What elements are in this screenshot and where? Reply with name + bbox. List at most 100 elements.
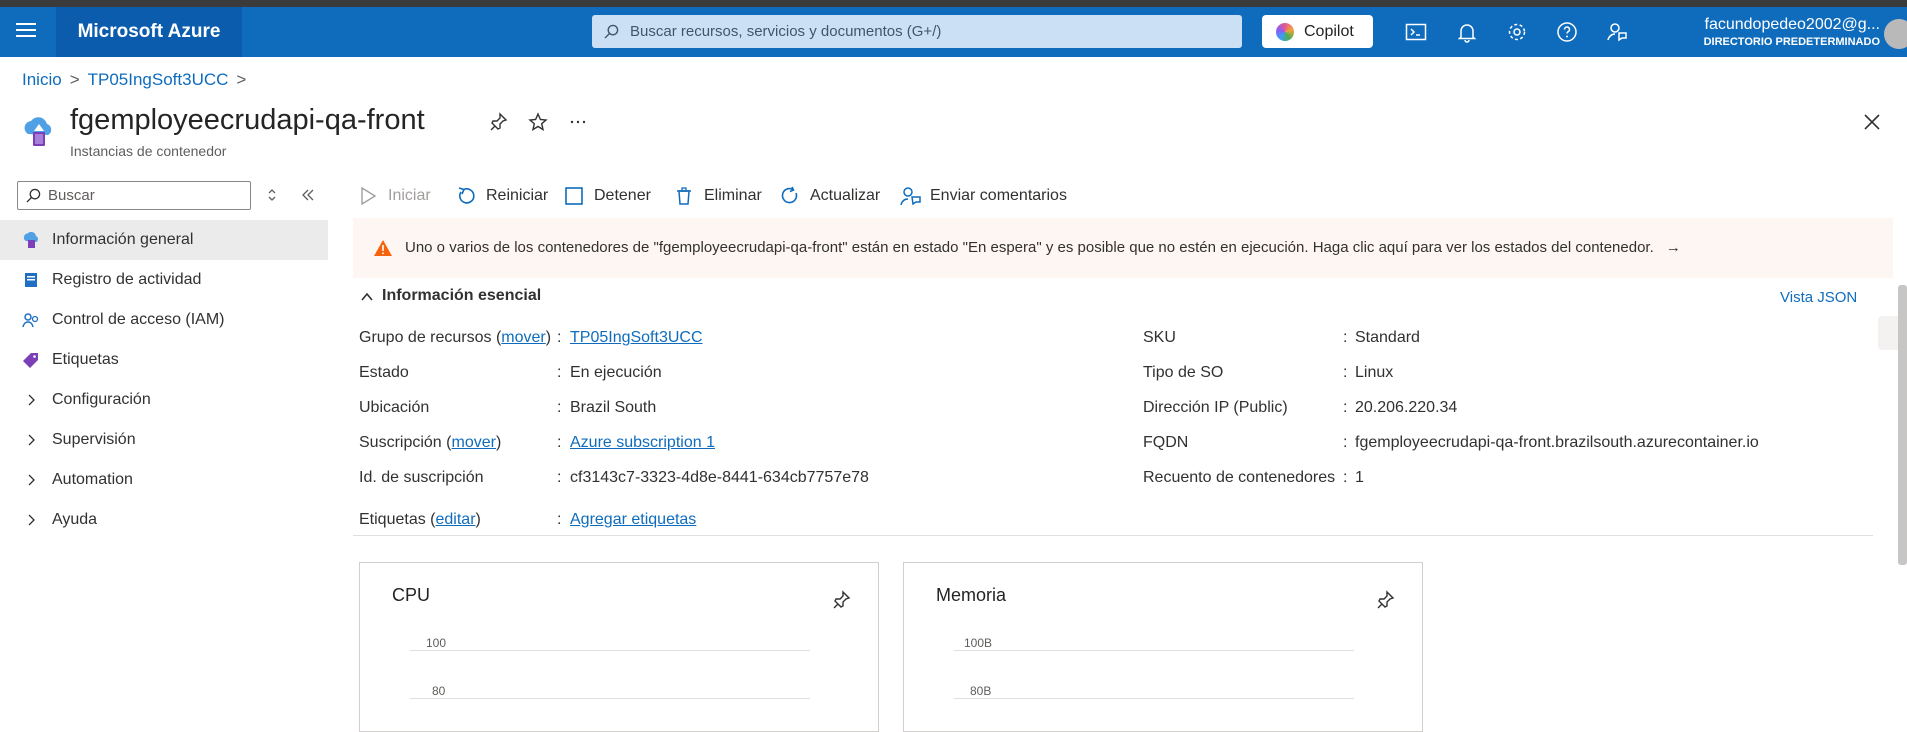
- separator-colon: :: [557, 511, 562, 528]
- sidebar-item-configuracion[interactable]: Configuración: [0, 380, 328, 420]
- sidebar-item-overview[interactable]: Información general: [0, 220, 328, 260]
- scrollbar[interactable]: [1898, 285, 1907, 565]
- y-tick-label: 100: [426, 636, 447, 650]
- pin-icon[interactable]: [830, 589, 852, 611]
- sku-value: Standard: [1355, 329, 1420, 346]
- sidebar-item-label: Automation: [52, 471, 133, 488]
- warning-icon: [374, 240, 392, 256]
- cpu-tile[interactable]: CPU 100 80: [359, 562, 879, 732]
- copilot-icon: [1276, 23, 1294, 41]
- collapse-icon[interactable]: [300, 187, 316, 203]
- sidebar-nav: Información general Registro de activida…: [0, 220, 328, 540]
- subscription-id-value[interactable]: cf3143c7-3323-4d8e-8441-634cb7757e78: [570, 469, 869, 487]
- chevron-right-icon: [28, 394, 35, 406]
- chevron-up-icon: [361, 292, 373, 301]
- container-instance-icon: [24, 117, 52, 146]
- more-icon[interactable]: [567, 111, 589, 133]
- delete-button[interactable]: Eliminar: [674, 182, 762, 210]
- sidebar-item-help[interactable]: Ayuda: [0, 500, 328, 540]
- star-icon[interactable]: [527, 111, 549, 133]
- chevron-right-icon: >: [236, 70, 247, 89]
- arrow-right-icon: →: [1665, 239, 1681, 256]
- gear-icon[interactable]: [1505, 20, 1529, 44]
- bell-icon[interactable]: [1455, 20, 1479, 44]
- sidebar-item-activity-log[interactable]: Registro de actividad: [0, 260, 328, 300]
- fqdn-label: FQDN: [1143, 434, 1189, 451]
- restart-button[interactable]: Reiniciar: [456, 182, 548, 210]
- iam-icon: [22, 313, 39, 328]
- chevron-right-icon: [28, 434, 35, 446]
- search-icon: [604, 24, 619, 39]
- chevron-right-icon: [28, 474, 35, 486]
- stop-icon: [565, 187, 583, 205]
- stop-label: Detener: [594, 187, 651, 204]
- avatar[interactable]: [1884, 19, 1907, 49]
- subscription-label: Suscripción: [359, 434, 442, 451]
- fqdn-value[interactable]: fgemployeecrudapi-qa-front.brazilsouth.a…: [1355, 434, 1759, 452]
- send-feedback-label: Enviar comentarios: [930, 187, 1067, 204]
- warning-text: Uno o varios de los contenedores de "fge…: [405, 239, 1654, 256]
- help-icon[interactable]: [1555, 20, 1579, 44]
- move-link[interactable]: mover: [501, 329, 545, 346]
- sidebar-item-automation[interactable]: Automation: [0, 460, 328, 500]
- menu-icon[interactable]: [16, 23, 36, 39]
- sidebar-item-tags[interactable]: Etiquetas: [0, 340, 328, 380]
- stop-button[interactable]: Detener: [564, 182, 651, 210]
- add-tags-link[interactable]: Agregar etiquetas: [570, 511, 696, 529]
- subscription-id-label: Id. de suscripción: [359, 469, 484, 486]
- restart-icon: [458, 187, 475, 204]
- memory-tile[interactable]: Memoria 100B 80B: [903, 562, 1423, 732]
- cloud-shell-icon[interactable]: [1404, 20, 1428, 44]
- refresh-button[interactable]: Actualizar: [780, 182, 880, 210]
- send-feedback-button[interactable]: Enviar comentarios: [900, 182, 1067, 210]
- search-icon: [26, 188, 41, 203]
- page-subtitle: Instancias de contenedor: [70, 143, 227, 159]
- feedback-icon[interactable]: [1605, 20, 1629, 44]
- close-icon[interactable]: [1861, 111, 1883, 133]
- copilot-button[interactable]: Copilot: [1262, 15, 1373, 48]
- edit-link[interactable]: editar: [436, 511, 476, 528]
- separator-colon: :: [1343, 434, 1348, 451]
- sidebar-item-iam[interactable]: Control de acceso (IAM): [0, 300, 328, 340]
- sidebar-item-label: Etiquetas: [52, 351, 119, 368]
- sidebar-item-supervision[interactable]: Supervisión: [0, 420, 328, 460]
- json-view-link[interactable]: Vista JSON: [1780, 289, 1857, 306]
- breadcrumb-home[interactable]: Inicio: [22, 70, 62, 89]
- refresh-label: Actualizar: [810, 187, 881, 204]
- warning-banner[interactable]: Uno o varios de los contenedores de "fge…: [353, 218, 1893, 278]
- sidebar-item-label: Supervisión: [52, 431, 136, 448]
- location-value: Brazil South: [570, 399, 657, 416]
- resource-group-value[interactable]: TP05IngSoft3UCC: [570, 329, 703, 347]
- separator-colon: :: [557, 364, 562, 381]
- subscription-value[interactable]: Azure subscription 1: [570, 434, 715, 452]
- restart-label: Reiniciar: [486, 187, 549, 204]
- subscription-label-wrap: Suscripción (mover): [359, 434, 502, 451]
- sidebar-item-label: Información general: [52, 231, 194, 248]
- status-label: Estado: [359, 364, 409, 381]
- os-type-value: Linux: [1355, 364, 1394, 381]
- brand-title[interactable]: Microsoft Azure: [56, 7, 242, 57]
- container-count-value: 1: [1355, 469, 1364, 486]
- breadcrumb-resource-group[interactable]: TP05IngSoft3UCC: [88, 70, 229, 89]
- ip-address-value[interactable]: 20.206.220.34: [1355, 399, 1457, 417]
- activity-log-icon: [25, 273, 37, 287]
- account-menu[interactable]: facundopedeo2002@g... DIRECTORIO PREDETE…: [1666, 15, 1880, 49]
- sort-icon[interactable]: [264, 187, 280, 203]
- breadcrumb: Inicio > TP05IngSoft3UCC >: [22, 70, 254, 90]
- start-button[interactable]: Iniciar: [358, 182, 431, 210]
- delete-label: Eliminar: [704, 187, 762, 204]
- pin-icon[interactable]: [1374, 589, 1396, 611]
- global-search-input[interactable]: Buscar recursos, servicios y documentos …: [592, 15, 1242, 48]
- user-directory: DIRECTORIO PREDETERMINADO: [1703, 36, 1880, 48]
- sidebar-search-input[interactable]: Buscar: [17, 181, 251, 210]
- top-bar: Microsoft Azure Buscar recursos, servici…: [0, 7, 1907, 57]
- essentials-toggle[interactable]: Información esencial: [358, 287, 541, 305]
- gridline: [410, 698, 810, 699]
- pin-icon[interactable]: [487, 111, 509, 133]
- container-count-label: Recuento de contenedores: [1143, 469, 1336, 486]
- separator-colon: :: [1343, 364, 1348, 381]
- window-top-strip: [0, 0, 1907, 7]
- move-link[interactable]: mover: [451, 434, 495, 451]
- play-icon: [361, 186, 377, 206]
- cpu-tile-title: CPU: [392, 585, 431, 605]
